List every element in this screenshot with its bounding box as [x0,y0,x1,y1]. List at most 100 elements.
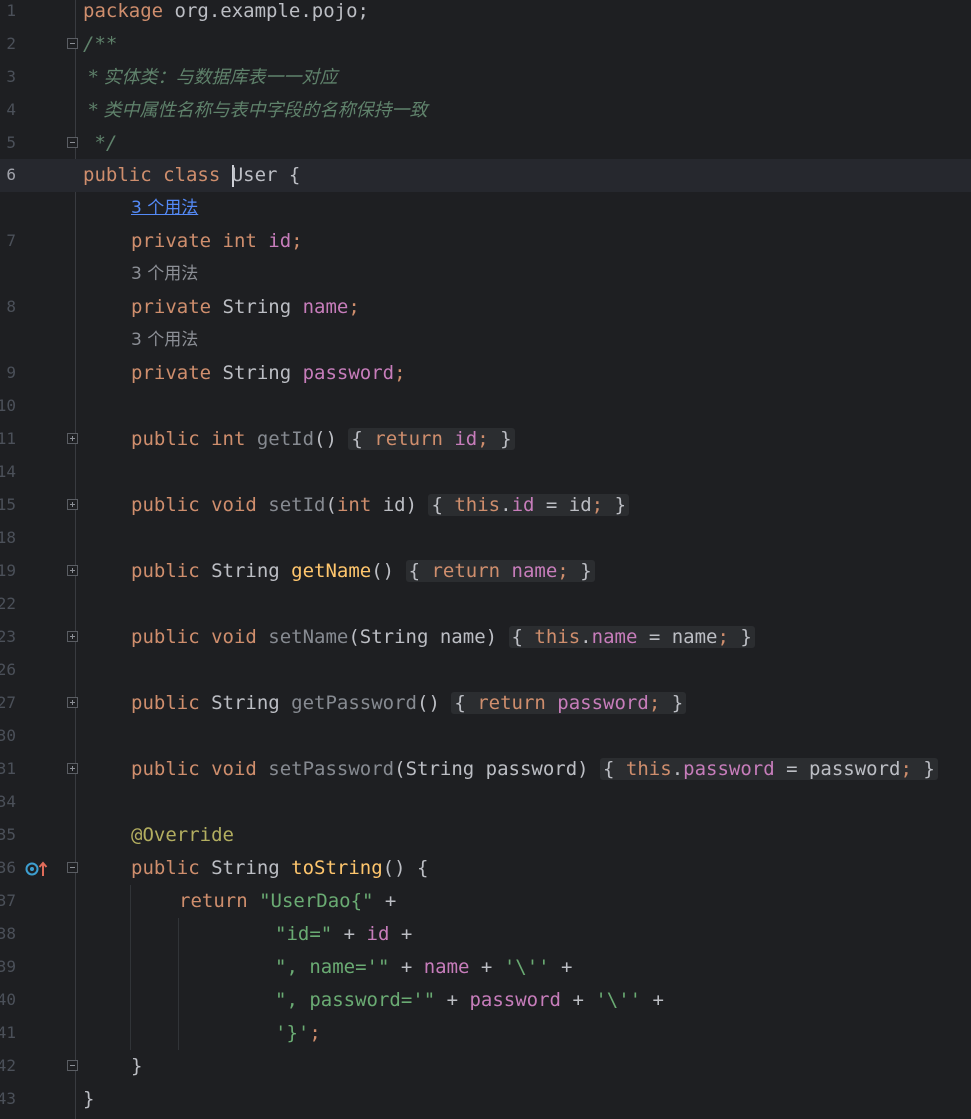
usage-hint-row[interactable]: 3 个用法 [0,324,971,357]
method-modifier: public void [131,494,269,516]
code-line[interactable]: 4 * 类中属性名称与表中字段的名称保持一致 [0,94,971,127]
code-line[interactable]: 34 [0,786,971,819]
fold-icon[interactable] [67,499,78,510]
code-line[interactable]: 14 [0,456,971,489]
return-type: String [211,857,292,879]
field-modifier: private [131,362,223,384]
fold-icon[interactable] [67,763,78,774]
doc-comment-line: * 实体类：与数据库表一一对应 [83,67,338,88]
line-number: 34 [0,792,16,811]
code-editor[interactable]: 1 package org.example.pojo; 2 /** 3 * 实体… [0,0,971,1119]
field-name: name [302,296,349,318]
code-line[interactable]: 15 public void setId(int id) { this.id =… [0,489,971,522]
line-number: 42 [0,1056,16,1075]
fold-icon[interactable] [67,433,78,444]
line-number: 4 [6,100,16,119]
fold-icon[interactable] [67,38,78,49]
line-number: 37 [0,891,16,910]
closing-brace: } [131,1055,143,1077]
method-modifier: public int [131,428,257,450]
override-up-arrow-icon[interactable] [25,860,49,878]
string-literal: "id=" [275,923,333,945]
code-line[interactable]: 1 package org.example.pojo; [0,0,971,28]
char-literal: '}' [275,1022,310,1044]
fold-icon[interactable] [67,631,78,642]
return-keyword: return [179,890,260,912]
code-line[interactable]: 35 @Override [0,819,971,852]
method-name: setPassword [268,758,395,780]
code-line[interactable]: 8 private String name; [0,291,971,324]
fold-icon[interactable] [67,137,78,148]
usages-hint-link[interactable]: 3 个用法 [131,192,198,225]
char-literal: '\'' [503,956,550,978]
code-line[interactable]: 10 [0,390,971,423]
usage-hint-row[interactable]: 3 个用法 [0,192,971,225]
return-keyword: return [374,428,455,450]
code-line[interactable]: 18 [0,522,971,555]
string-literal: ", password='" [275,989,436,1011]
field-modifier: private int [131,230,269,252]
usages-hint[interactable]: 3 个用法 [131,258,198,291]
code-line[interactable]: 38 "id=" + id + [0,918,971,951]
line-number: 35 [0,825,16,844]
line-number: 36 [0,858,16,877]
line-number: 39 [0,957,16,976]
code-line[interactable]: 23 public void setName(String name) { th… [0,621,971,654]
string-literal: "UserDao{" [259,890,374,912]
code-line[interactable]: 42 } [0,1050,971,1083]
fold-icon[interactable] [67,1060,78,1071]
code-line[interactable]: 7 private int id; [0,225,971,258]
code-line-current[interactable]: 6 public class User { [0,159,971,192]
code-line[interactable]: 19 public String getName() { return name… [0,555,971,588]
usage-hint-row[interactable]: 3 个用法 [0,258,971,291]
code-line[interactable]: 3 * 实体类：与数据库表一一对应 [0,61,971,94]
doc-comment-close: */ [83,132,118,154]
code-line[interactable]: 5 */ [0,127,971,160]
fold-icon[interactable] [67,862,78,873]
method-name: setName [268,626,349,648]
closing-brace: } [83,1088,95,1110]
line-number: 30 [0,726,16,745]
code-line[interactable]: 26 [0,654,971,687]
class-brace: { [277,164,301,186]
code-line[interactable]: 41 '}'; [0,1017,971,1050]
fold-icon[interactable] [67,565,78,576]
line-number: 6 [6,165,16,184]
line-number: 14 [0,462,16,481]
line-number: 2 [6,34,16,53]
line-number: 43 [0,1089,16,1108]
semicolon: ; [394,362,406,384]
code-line[interactable]: 31 public void setPassword(String passwo… [0,753,971,786]
doc-comment-line: * 类中属性名称与表中字段的名称保持一致 [83,100,428,121]
method-name: setId [268,494,326,516]
usages-hint[interactable]: 3 个用法 [131,324,198,357]
class-keyword: public class [83,164,232,186]
field-ref: id [454,428,478,450]
semicolon: ; [348,296,360,318]
line-number: 8 [6,297,16,316]
package-keyword: package [83,0,164,22]
code-line[interactable]: 40 ", password='" + password + '\'' + [0,984,971,1017]
code-line[interactable]: 2 /** [0,28,971,61]
return-keyword: return [431,560,512,582]
code-line[interactable]: 39 ", name='" + name + '\'' + [0,951,971,984]
return-type: String [211,560,292,582]
code-line[interactable]: 36 public String toString() { [0,852,971,885]
line-number: 23 [0,627,16,646]
code-line[interactable]: 27 public String getPassword() { return … [0,687,971,720]
method-name: getName [291,560,372,582]
line-number: 31 [0,759,16,778]
code-line[interactable]: 43 } [0,1083,971,1116]
line-number: 22 [0,594,16,613]
line-number: 19 [0,561,16,580]
code-line[interactable]: 30 [0,720,971,753]
char-literal: '\'' [595,989,642,1011]
code-line[interactable]: 11 public int getId() { return id; } [0,423,971,456]
code-line[interactable]: 9 private String password; [0,357,971,390]
line-number: 38 [0,924,16,943]
fold-icon[interactable] [67,697,78,708]
line-number: 1 [6,1,16,20]
code-line[interactable]: 37 return "UserDao{" + [0,885,971,918]
code-line[interactable]: 22 [0,588,971,621]
class-name: User [231,164,278,186]
